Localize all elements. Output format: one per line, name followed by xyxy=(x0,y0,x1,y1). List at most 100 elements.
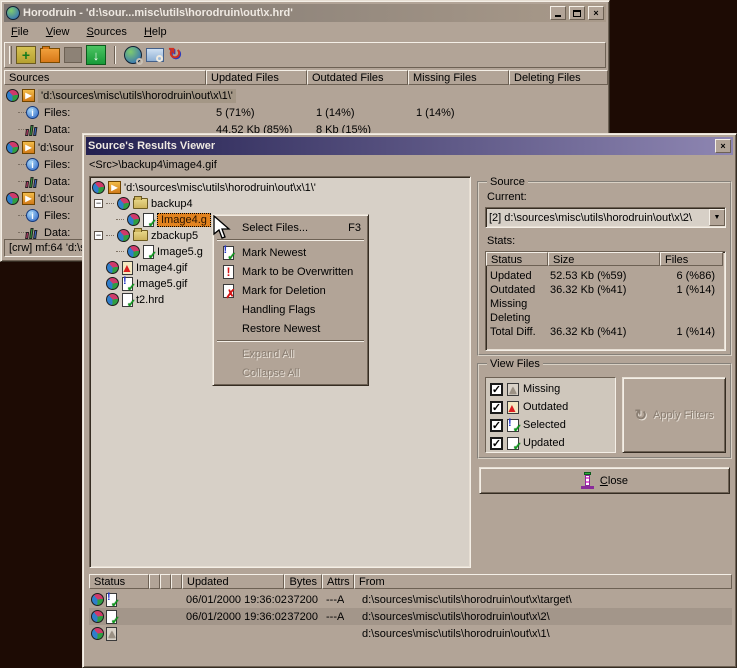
checkbox-selected[interactable]: ✓ !✓ Selected xyxy=(490,416,611,434)
pie-icon xyxy=(106,261,119,274)
dialog-close-x[interactable]: × xyxy=(715,139,731,153)
menu-handling-flags[interactable]: Handling Flags xyxy=(216,300,365,319)
checkbox-outdated[interactable]: ✓ ▲ Outdated xyxy=(490,398,611,416)
toolbar-grip[interactable] xyxy=(9,46,12,64)
maximize-button[interactable] xyxy=(569,6,585,20)
combobox-dropdown-button[interactable]: ▼ xyxy=(709,209,725,226)
file-updated-icon: ✓ xyxy=(143,245,154,259)
blank-button xyxy=(64,47,82,63)
pie-icon xyxy=(127,213,140,226)
pie-icon xyxy=(117,197,130,210)
info-icon: i xyxy=(26,106,39,119)
res-col-from[interactable]: From xyxy=(354,574,732,589)
export-button[interactable]: ↓ xyxy=(86,45,106,65)
info-icon: i xyxy=(26,158,39,171)
files-updated: 5 (71%) xyxy=(216,107,255,119)
add-source-button[interactable]: + xyxy=(16,46,36,64)
menu-mark-newest[interactable]: !✓ Mark Newest xyxy=(216,243,365,262)
close-button-main[interactable]: × xyxy=(588,6,604,20)
files-missing: 1 (14%) xyxy=(416,107,455,119)
close-button-label: Close xyxy=(600,475,628,487)
results-viewer-dialog: Source's Results Viewer × <Src>\backup4\… xyxy=(82,133,737,668)
collapse-box[interactable]: − xyxy=(94,199,103,208)
menu-help[interactable]: Help xyxy=(137,24,174,40)
preview-search-icon[interactable] xyxy=(146,48,164,62)
current-source-combobox[interactable]: [2] d:\sources\misc\utils\horodruin\out\… xyxy=(485,207,726,228)
menu-mark-overwritten[interactable]: ! Mark to be Overwritten xyxy=(216,262,365,281)
res-col-bytes[interactable]: Bytes xyxy=(284,574,322,589)
stats-row-updated: Updated 52.53 Kb (%59) 6 (%86) xyxy=(486,269,723,283)
checkbox[interactable]: ✓ xyxy=(490,401,503,414)
menu-view[interactable]: View xyxy=(39,24,77,40)
mark-newest-icon: !✓ xyxy=(223,246,234,260)
pie-icon xyxy=(6,89,19,102)
col-updated-files[interactable]: Updated Files xyxy=(206,70,307,85)
source-badge-icon: ▶ xyxy=(108,181,121,194)
stats-col-status[interactable]: Status xyxy=(486,252,548,266)
stats-label: Stats: xyxy=(487,235,515,247)
col-missing-files[interactable]: Missing Files xyxy=(408,70,509,85)
dialog-titlebar[interactable]: Source's Results Viewer × xyxy=(86,137,733,155)
res-col-blank3[interactable] xyxy=(171,574,182,589)
files-outdated: 1 (14%) xyxy=(316,107,355,119)
menu-mark-deletion[interactable]: ✗ Mark for Deletion xyxy=(216,281,365,300)
result-row-2[interactable]: ✓ 06/01/2000 19:36:02 37200 ---A d:\sour… xyxy=(89,608,732,625)
checkbox-updated[interactable]: ✓ ✓ Updated xyxy=(490,434,611,452)
checkbox[interactable]: ✓ xyxy=(490,419,503,432)
context-menu: Select Files... F3 !✓ Mark Newest ! Mark… xyxy=(212,214,369,386)
res-col-attrs[interactable]: Attrs xyxy=(322,574,354,589)
tree-item-backup4[interactable]: − backup4 xyxy=(94,195,470,212)
res-col-blank1[interactable] xyxy=(149,574,160,589)
tree-root[interactable]: ▶ 'd:\sources\misc\utils\horodruin\out\x… xyxy=(92,179,468,196)
mark-deletion-icon: ✗ xyxy=(223,284,234,298)
res-col-blank2[interactable] xyxy=(160,574,171,589)
menu-restore-newest[interactable]: Restore Newest xyxy=(216,319,365,338)
open-folder-button[interactable] xyxy=(40,48,60,63)
source-path: 'd:\sour xyxy=(38,142,74,154)
menu-sources[interactable]: Sources xyxy=(80,24,134,40)
files-row[interactable]: i Files: 5 (71%) 1 (14%) 1 (14%) xyxy=(4,104,604,121)
col-sources[interactable]: Sources xyxy=(4,70,206,85)
checkbox[interactable]: ✓ xyxy=(490,383,503,396)
stats-col-size[interactable]: Size xyxy=(548,252,660,266)
results-table: Status Updated Bytes Attrs From !✓ 06/01… xyxy=(89,574,732,658)
file-missing-icon: ▲ xyxy=(106,627,117,641)
menu-select-files[interactable]: Select Files... F3 xyxy=(216,218,365,237)
breadcrumb: <Src>\backup4\image4.gif xyxy=(89,159,729,173)
selected-icon: !✓ xyxy=(507,419,519,432)
scan-globe-icon[interactable] xyxy=(124,46,142,64)
minimize-button[interactable] xyxy=(550,6,566,20)
source-badge-icon: ▶ xyxy=(22,89,35,102)
checkbox[interactable]: ✓ xyxy=(490,437,503,450)
app-globe-icon xyxy=(6,6,20,20)
outdated-icon: ▲ xyxy=(507,401,519,414)
result-row-1[interactable]: !✓ 06/01/2000 19:36:02 37200 ---A d:\sou… xyxy=(89,591,732,608)
col-outdated-files[interactable]: Outdated Files xyxy=(307,70,408,85)
menu-separator xyxy=(217,340,364,342)
main-titlebar[interactable]: Horodruin - 'd:\sour...misc\utils\horodr… xyxy=(4,4,606,22)
file-selected-icon: !✓ xyxy=(122,277,133,291)
collapse-box[interactable]: − xyxy=(94,231,103,240)
main-window-title: Horodruin - 'd:\sour...misc\utils\horodr… xyxy=(23,7,547,19)
data-label: Data: xyxy=(44,124,70,136)
apply-filters-button[interactable]: ↻ Apply Filters xyxy=(622,377,726,453)
file-updated-icon: ✓ xyxy=(122,293,133,307)
stats-col-files[interactable]: Files xyxy=(660,252,723,266)
menu-separator xyxy=(217,239,364,241)
res-col-updated[interactable]: Updated xyxy=(182,574,284,589)
stats-row-deleting: Deleting xyxy=(486,311,723,325)
combobox-value: [2] d:\sources\misc\utils\horodruin\out\… xyxy=(486,212,709,224)
menu-file[interactable]: File xyxy=(4,24,36,40)
result-row-3[interactable]: ▲ d:\sources\misc\utils\horodruin\out\x\… xyxy=(89,625,732,642)
source-row[interactable]: ▶ 'd:\sources\misc\utils\horodruin\out\x… xyxy=(6,87,606,104)
col-deleting-files[interactable]: Deleting Files xyxy=(509,70,608,85)
view-files-checklist: ✓ ▲ Missing ✓ ▲ Outdated ✓ !✓ Selected ✓… xyxy=(485,377,616,453)
res-col-status[interactable]: Status xyxy=(89,574,149,589)
view-files-title: View Files xyxy=(487,358,543,370)
pie-icon xyxy=(117,229,130,242)
statusbar-text: [crw] mf:64 'd:\s xyxy=(9,242,86,254)
close-button[interactable]: Close xyxy=(479,467,730,494)
main-toolbar: + ↓ ↻ xyxy=(4,42,606,68)
checkbox-missing[interactable]: ✓ ▲ Missing xyxy=(490,380,611,398)
refresh-sync-icon[interactable]: ↻ xyxy=(168,47,181,63)
